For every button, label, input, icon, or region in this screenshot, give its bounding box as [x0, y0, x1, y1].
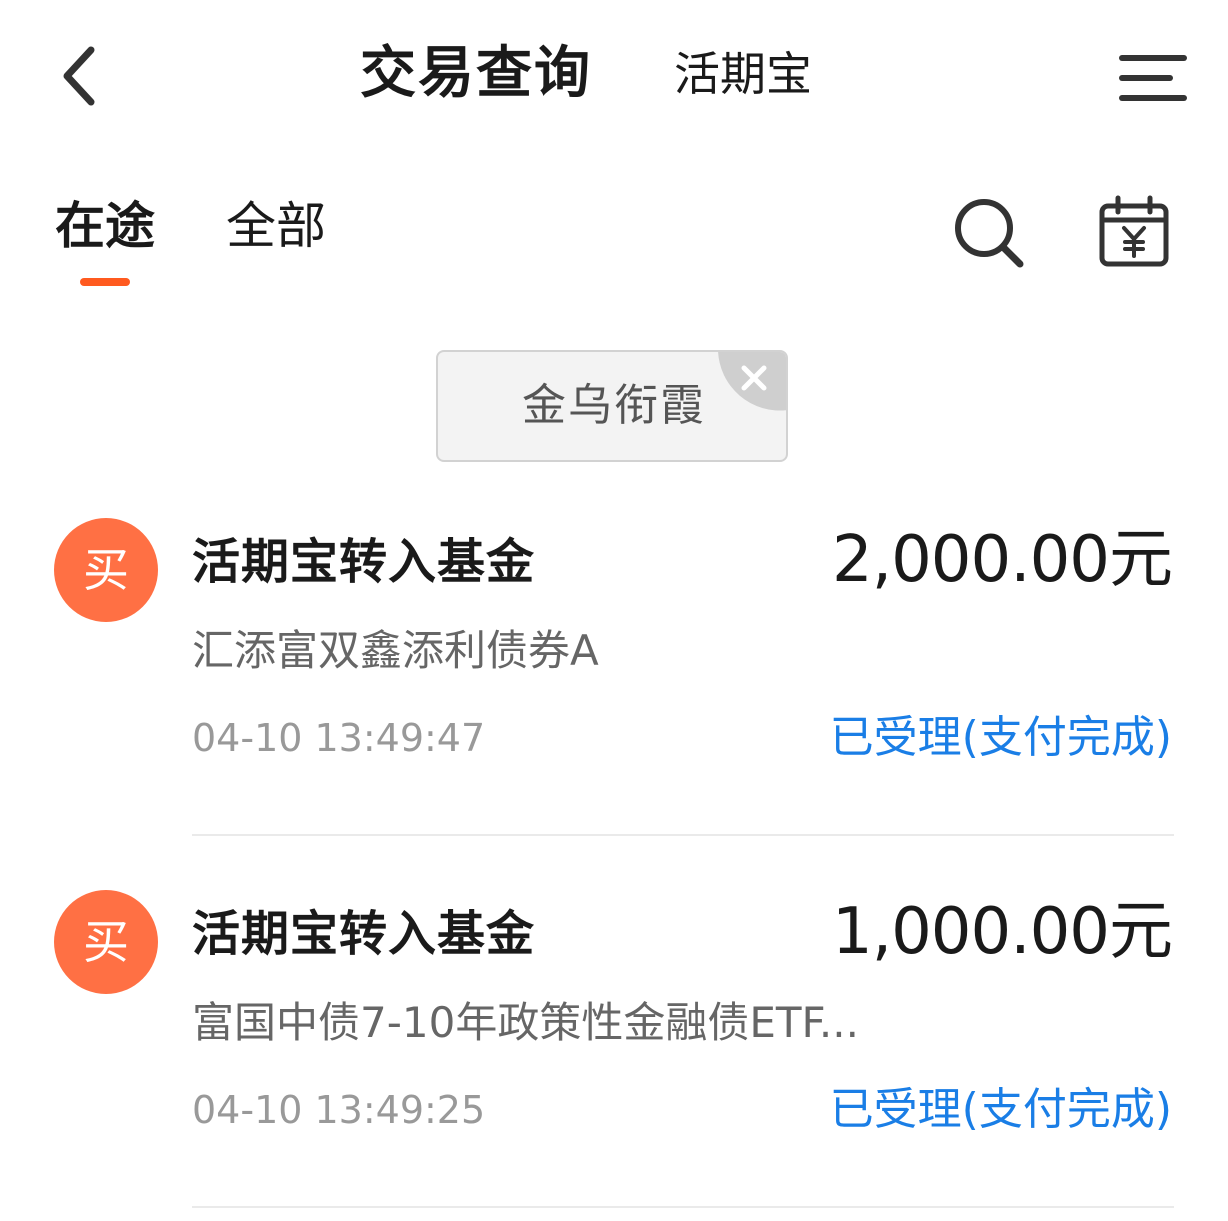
transaction-amount: 1,000.00元	[832, 895, 1173, 969]
remove-filter-button[interactable]	[718, 352, 786, 420]
buy-badge: 买	[54, 890, 158, 994]
transaction-amount: 2,000.00元	[832, 523, 1173, 597]
page-subtitle: 活期宝	[674, 47, 812, 101]
chevron-left-icon	[59, 44, 99, 112]
transaction-time: 04-10 13:49:25	[192, 1088, 486, 1132]
search-icon	[950, 199, 1030, 274]
back-button[interactable]	[44, 38, 114, 118]
fund-name: 汇添富双鑫添利债券A	[192, 626, 599, 675]
page-title: 交易查询	[360, 41, 592, 106]
list-divider	[192, 834, 1174, 836]
buy-badge: 买	[54, 518, 158, 622]
fund-name: 富国中债7-10年政策性金融债ETF...	[192, 998, 859, 1047]
transaction-item[interactable]: 买 活期宝转入基金 1,000.00元 富国中债7-10年政策性金融债ETF..…	[0, 872, 1228, 1212]
transaction-status[interactable]: 已受理(支付完成)	[830, 1080, 1172, 1140]
transaction-status[interactable]: 已受理(支付完成)	[830, 708, 1172, 768]
menu-button[interactable]	[1112, 44, 1192, 114]
transaction-title: 活期宝转入基金	[192, 534, 536, 590]
calendar-yuan-icon	[1096, 195, 1172, 274]
date-filter-button[interactable]	[1096, 194, 1172, 270]
fund-filter-chip[interactable]: 金乌衔霞	[436, 350, 788, 462]
menu-icon	[1112, 55, 1192, 118]
transaction-title: 活期宝转入基金	[192, 906, 536, 962]
active-tab-indicator	[80, 278, 130, 286]
tab-all[interactable]: 全部	[226, 194, 326, 258]
close-icon	[718, 352, 786, 424]
search-button[interactable]	[950, 194, 1030, 270]
header-bar: 交易查询 活期宝	[0, 0, 1228, 150]
tab-in-transit[interactable]: 在途	[55, 194, 155, 258]
list-divider	[192, 1206, 1174, 1208]
transaction-item[interactable]: 买 活期宝转入基金 2,000.00元 汇添富双鑫添利债券A 04-10 13:…	[0, 500, 1228, 840]
transaction-time: 04-10 13:49:47	[192, 716, 486, 760]
